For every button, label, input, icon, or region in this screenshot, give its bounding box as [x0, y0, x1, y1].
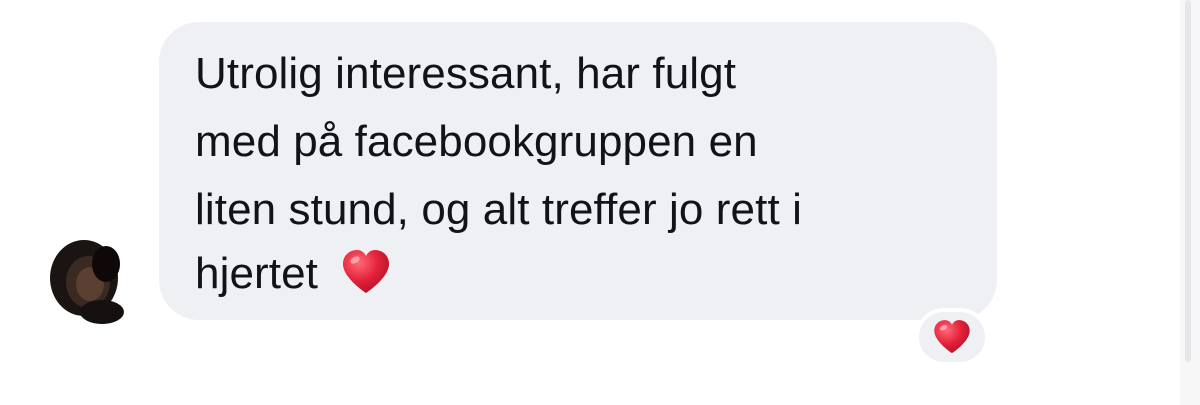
message-bubble[interactable]: Utrolig interessant, har fulgt med på fa… [159, 22, 997, 320]
heart-icon [343, 250, 390, 293]
heart-icon [934, 320, 970, 354]
reaction-badge[interactable] [915, 308, 989, 366]
message-line-3: liten stund, og alt treffer jo rett i [195, 185, 802, 234]
message-line-1: Utrolig interessant, har fulgt [195, 49, 737, 98]
message-line-4: hjertet [195, 249, 318, 298]
message-line-2: med på facebookgruppen en [195, 117, 758, 166]
scrollbar[interactable] [1180, 0, 1200, 405]
message-line-4-wrap: hjertet [195, 244, 392, 304]
chat-view: Utrolig interessant, har fulgt med på fa… [0, 0, 1200, 405]
scrollbar-thumb[interactable] [1185, 0, 1191, 362]
avatar[interactable] [44, 224, 132, 332]
